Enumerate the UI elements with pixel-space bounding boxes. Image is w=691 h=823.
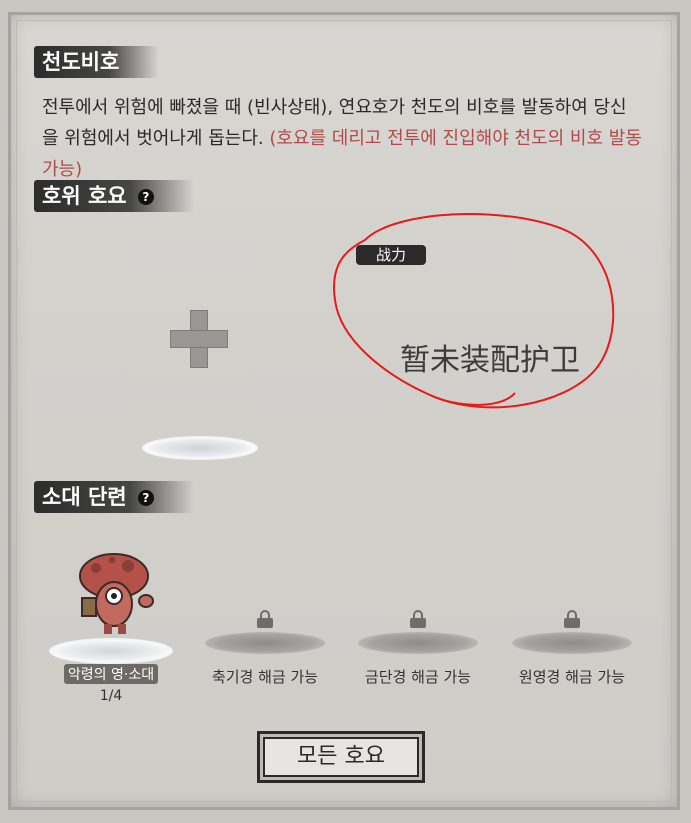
section-title-protect-label: 천도비호 [42,50,120,74]
slot-label: 축기경 해금 가능 [211,668,319,686]
slot-name: 악령의 영·소대 [63,664,159,684]
slot-base [205,632,325,654]
lock-icon [256,610,274,628]
section-title-guard: 호위 호요 ? [34,180,194,212]
guard-pedestal [142,436,258,460]
help-icon[interactable]: ? [137,490,154,506]
slot-base [512,632,632,654]
all-companions-button[interactable]: 모든 호요 [257,731,425,783]
slot-base [49,638,173,664]
slot-3[interactable]: 금단경 해금 가능 [353,610,483,687]
slot-count: 1/4 [99,688,123,704]
slot-label: 원영경 해금 가능 [518,668,626,686]
power-label: 战力 [375,246,406,264]
empty-guard-text: 暂未装配护卫 [400,343,580,378]
power-badge: 战力 [356,245,426,265]
slot-base [358,632,478,654]
all-companions-label: 모든 호요 [297,744,385,769]
section-title-train: 소대 단련 ? [34,481,194,513]
section-title-protect: 천도비호 [34,46,160,78]
section-title-guard-label: 호위 호요 [42,184,127,208]
slot-4[interactable]: 원영경 해금 가능 [507,610,637,687]
slot-1[interactable]: 악령의 영·소대 1/4 [46,638,176,704]
mushroom-mascot-icon[interactable] [68,546,160,638]
slot-2[interactable]: 축기경 해금 가능 [200,610,330,687]
plus-icon[interactable] [170,310,228,368]
lock-icon [409,610,427,628]
lock-icon [563,610,581,628]
description-text: 전투에서 위험에 빠졌을 때 (빈사상태), 연요호가 천도의 비호를 발동하여… [42,92,642,185]
help-icon[interactable]: ? [137,189,154,205]
section-title-train-label: 소대 단련 [42,485,127,509]
slot-label: 금단경 해금 가능 [364,668,472,686]
red-annotation-circle [333,213,615,409]
